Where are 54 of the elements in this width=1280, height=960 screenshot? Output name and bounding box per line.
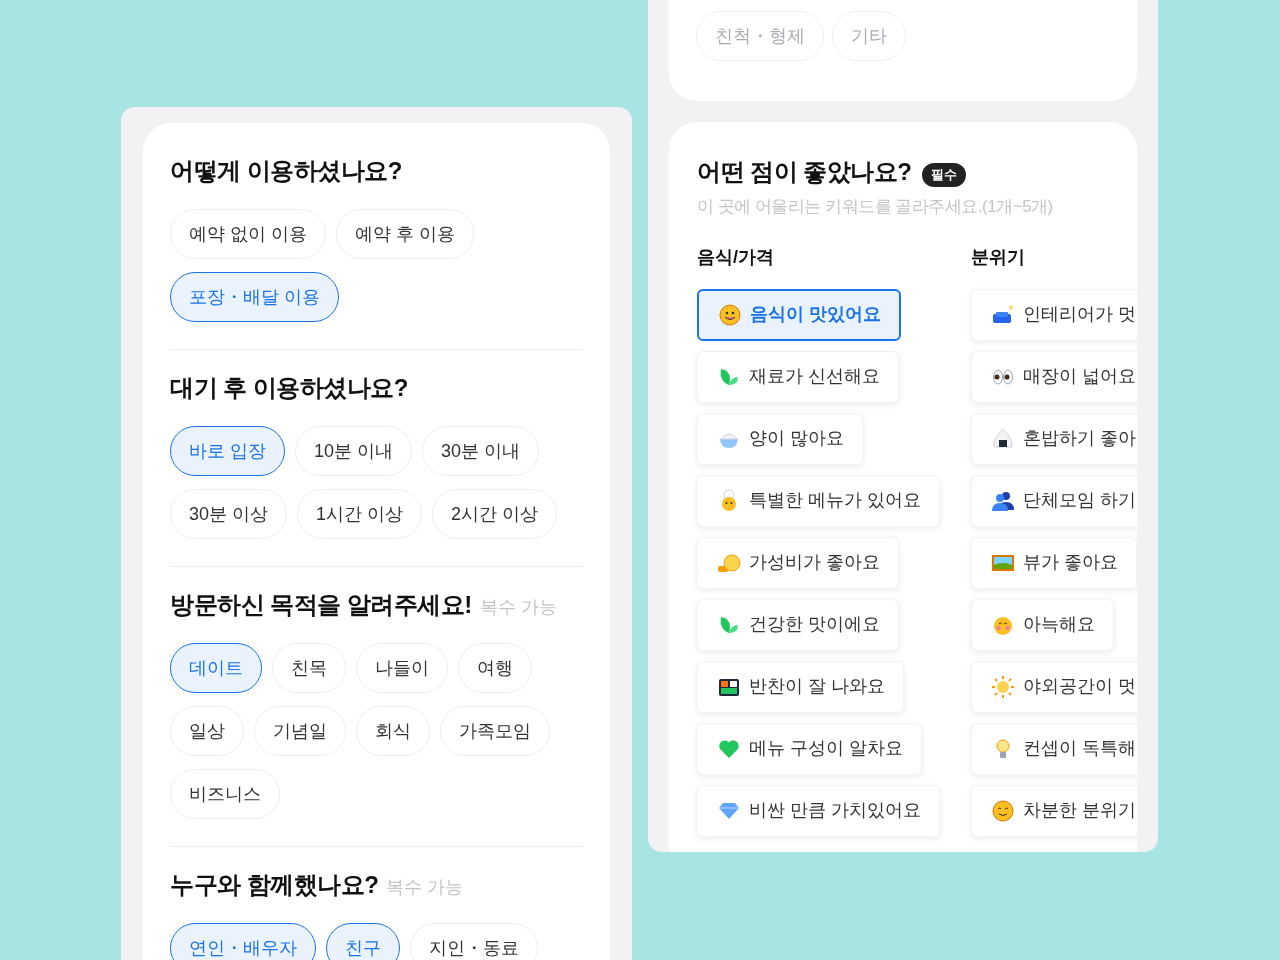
option-chip[interactable]: 회식 — [356, 706, 430, 756]
category-heading: 분위기 — [971, 245, 1025, 269]
question-title: 대기 후 이용하셨나요? — [170, 373, 408, 403]
keyword-chip[interactable]: 혼밥하기 좋아 — [971, 412, 1137, 465]
keyword-chip[interactable]: 단체모임 하기 — [971, 474, 1137, 527]
keyword-chip[interactable]: 반찬이 잘 나와요 — [697, 660, 904, 713]
option-chip[interactable]: 나들이 — [356, 643, 448, 693]
option-chip[interactable]: 지인・동료 — [410, 923, 538, 960]
option-chip[interactable]: 30분 이내 — [422, 426, 540, 476]
question-title: 어떻게 이용하셨나요? — [170, 156, 402, 186]
option-chip[interactable]: 여행 — [458, 643, 532, 693]
keyword-chip[interactable]: 메뉴 구성이 알차요 — [697, 722, 922, 775]
keyword-chip[interactable]: 뷰가 좋아요 — [971, 536, 1137, 589]
sun-icon — [991, 674, 1015, 699]
keyword-chip[interactable]: 재료가 신선해요 — [697, 350, 899, 403]
option-chip[interactable]: 연인・배우자 — [170, 923, 316, 960]
question-subtitle: 이 곳에 어울리는 키워드를 골라주세요.(1개~5개) — [697, 196, 1054, 218]
keyword-chip[interactable]: 야외공간이 멋 — [971, 660, 1137, 713]
multiple-choice-note: 복수 가능 — [386, 876, 464, 899]
question-title: 누구와 함께했나요? — [170, 870, 379, 900]
option-chip[interactable]: 데이트 — [170, 643, 262, 693]
keyword-chip[interactable]: 아늑해요 — [971, 598, 1114, 651]
keyword-chip[interactable]: 건강한 맛이에요 — [697, 598, 899, 651]
option-chip[interactable]: 10분 이내 — [295, 426, 413, 476]
option-chip[interactable]: 가족모임 — [440, 706, 550, 756]
smiley-icon — [718, 302, 742, 327]
keyword-chip[interactable]: 인테리어가 멋 — [971, 288, 1137, 341]
option-chip[interactable]: 예약 후 이용 — [336, 209, 475, 259]
keyword-chip[interactable]: 매장이 넓어요 — [971, 350, 1137, 403]
option-chip[interactable]: 바로 입장 — [170, 426, 285, 476]
keyword-chip[interactable]: 컨셉이 독특해 — [971, 722, 1137, 775]
option-chip[interactable]: 일상 — [170, 706, 244, 756]
question-title: 어떤 점이 좋았나요? — [697, 157, 912, 187]
keyword-chip[interactable]: 음식이 맛있어요 — [697, 288, 901, 341]
option-chip[interactable]: 30분 이상 — [170, 489, 288, 539]
required-badge: 필수 — [921, 163, 966, 187]
option-chip[interactable]: 1시간 이상 — [297, 489, 423, 539]
option-chip[interactable]: 친구 — [326, 923, 400, 960]
option-chip[interactable]: 친목 — [272, 643, 346, 693]
question-title: 방문하신 목적을 알려주세요! — [170, 590, 472, 620]
keyword-chip[interactable]: 특별한 메뉴가 있어요 — [697, 474, 940, 527]
option-chip[interactable]: 예약 없이 이용 — [170, 209, 326, 259]
option-chip[interactable]: 기념일 — [254, 706, 346, 756]
category-heading: 음식/가격 — [697, 245, 774, 269]
keyword-chip[interactable]: 비싼 만큼 가치있어요 — [697, 784, 940, 837]
keyword-chip[interactable]: 가성비가 좋아요 — [697, 536, 899, 589]
option-chip[interactable]: 2시간 이상 — [432, 489, 558, 539]
keyword-chip[interactable]: 양이 많아요 — [697, 412, 863, 465]
option-chip[interactable]: 비즈니스 — [170, 769, 280, 819]
option-chip[interactable]: 포장・배달 이용 — [170, 272, 339, 322]
smiling-face-icon — [991, 798, 1015, 823]
keyword-chip[interactable]: 차분한 분위기 — [971, 784, 1137, 837]
multiple-choice-note: 복수 가능 — [479, 596, 557, 619]
rice-ball-icon — [991, 426, 1015, 451]
